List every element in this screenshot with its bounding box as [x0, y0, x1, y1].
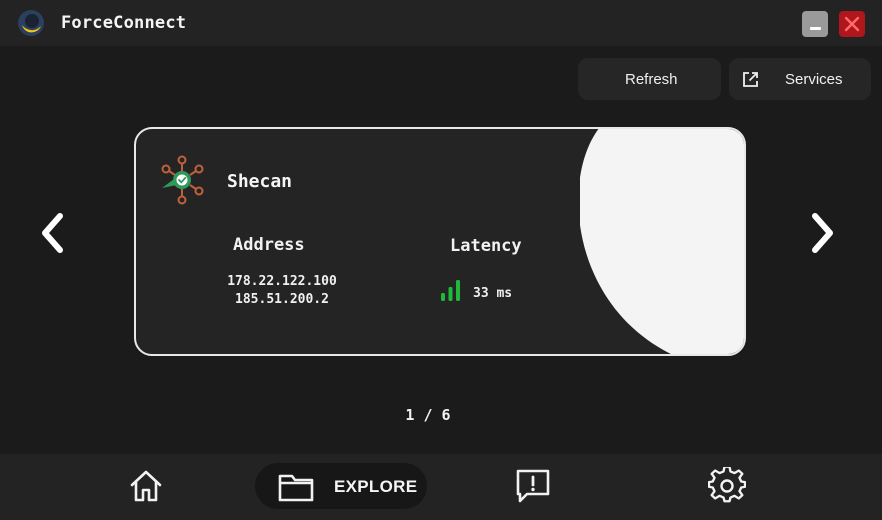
gear-icon [708, 467, 746, 503]
service-card[interactable]: Shecan Address 178.22.122.100 185.51.200… [134, 127, 746, 356]
feedback-icon [516, 469, 550, 503]
services-label: Services [785, 71, 843, 88]
next-arrow-icon[interactable] [802, 210, 842, 256]
close-icon [844, 16, 860, 32]
address-secondary: 185.51.200.2 [235, 292, 329, 307]
latency-heading: Latency [450, 236, 522, 256]
refresh-button[interactable]: Refresh [578, 58, 721, 100]
previous-arrow-icon[interactable] [33, 210, 73, 256]
nav-explore-label: EXPLORE [334, 477, 418, 496]
network-hub-check-icon [161, 155, 204, 205]
app-window: ForceConnect Refresh Services Shecan Add… [0, 0, 882, 520]
nav-feedback[interactable] [512, 454, 554, 520]
home-icon [130, 470, 162, 502]
external-link-icon [743, 72, 758, 87]
minimize-button[interactable] [802, 11, 828, 37]
window-title: ForceConnect [61, 13, 187, 33]
latency-value: 33 ms [473, 286, 513, 301]
services-button[interactable]: Services [729, 58, 871, 100]
title-bar: ForceConnect [0, 0, 882, 46]
nav-home[interactable] [125, 454, 167, 520]
close-button[interactable] [839, 11, 865, 37]
app-logo-icon [18, 10, 44, 36]
page-indicator: 1 / 6 [405, 406, 451, 424]
signal-bars-icon [441, 280, 460, 301]
nav-explore[interactable]: EXPLORE [255, 463, 427, 509]
refresh-label: Refresh [625, 71, 678, 88]
nav-settings[interactable] [706, 454, 748, 520]
address-primary: 178.22.122.100 [227, 274, 337, 289]
card-decoration [580, 129, 744, 354]
address-heading: Address [233, 235, 305, 255]
folder-icon [278, 474, 314, 502]
bottom-nav: EXPLORE [0, 454, 882, 520]
service-name: Shecan [227, 171, 293, 192]
